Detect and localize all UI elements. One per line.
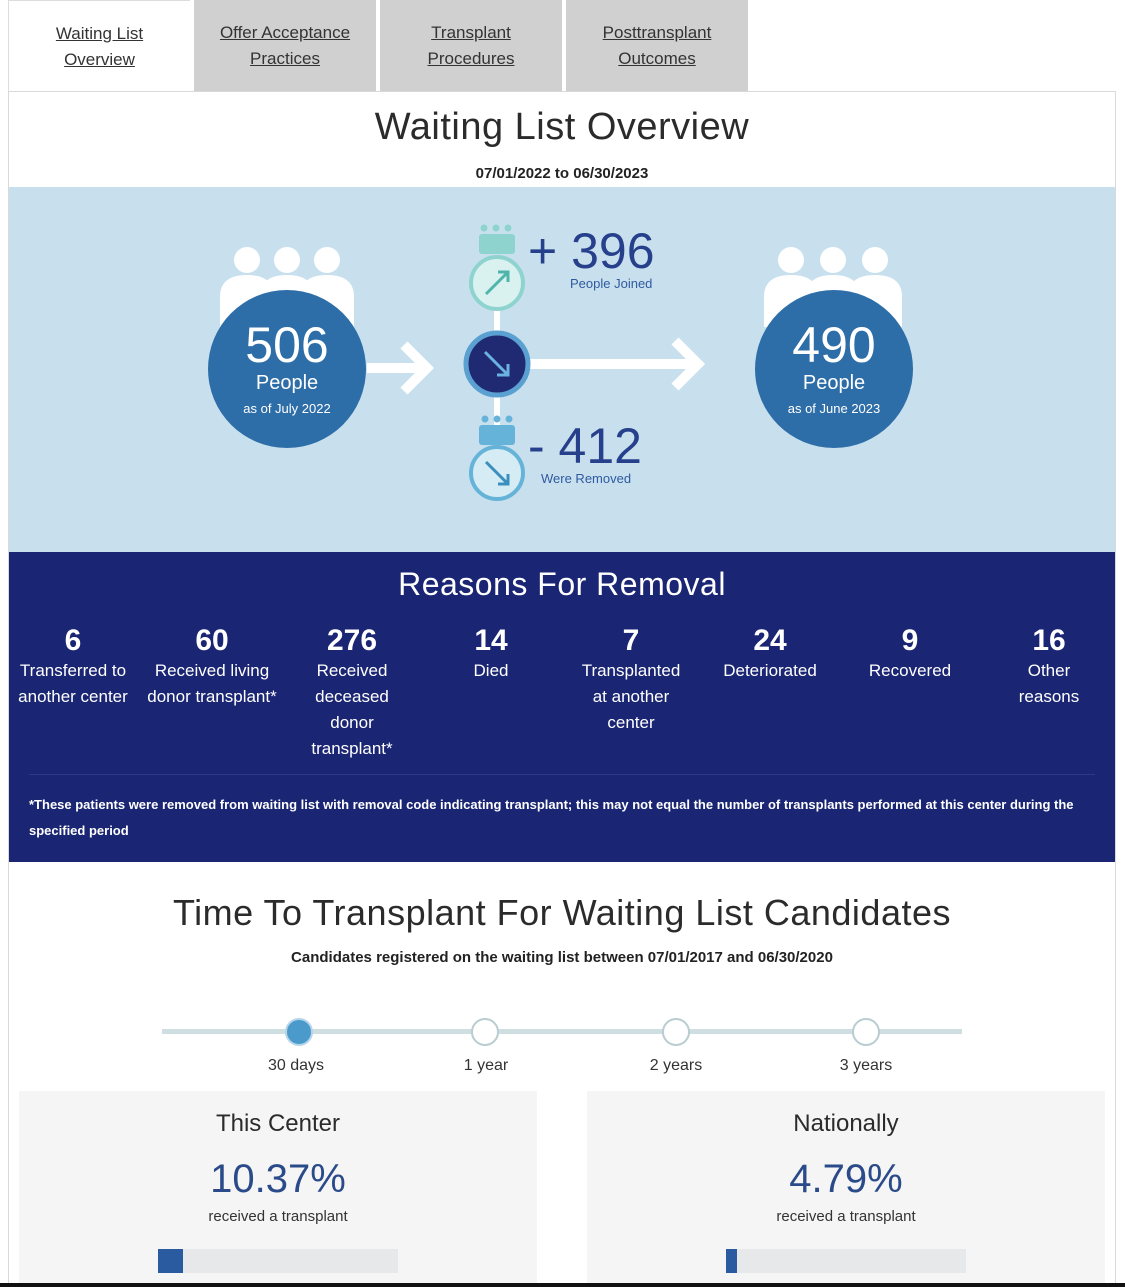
progress-bar <box>726 1249 966 1273</box>
people-removed: - 412 Were Removed <box>528 421 642 486</box>
page: Waiting List Overview Offer Acceptance P… <box>0 0 1125 1287</box>
reason-item: 16 Other reasons <box>979 624 1119 710</box>
this-center-card: This Center 10.37% received a transplant <box>19 1091 537 1287</box>
waiting-list-title: Waiting List Overview <box>374 106 750 148</box>
reason-label: Died <box>473 661 509 680</box>
reason-label: Received deceased donor transplant* <box>311 661 393 758</box>
net-change-icon <box>463 330 531 398</box>
tab-label[interactable]: Transplant Procedures <box>396 20 546 72</box>
time-to-transplant-subtitle: Candidates registered on the waiting lis… <box>291 949 833 966</box>
progress-fill <box>158 1249 183 1273</box>
tab-label[interactable]: Posttransplant Outcomes <box>582 20 732 72</box>
time-stop-label[interactable]: 2 years <box>626 1057 726 1075</box>
reason-count: 6 <box>64 624 82 657</box>
bottom-border <box>0 1283 1125 1287</box>
end-as-of: as of June 2023 <box>787 401 881 416</box>
reason-label: Other reasons <box>1018 661 1080 706</box>
reason-count: 16 <box>1032 624 1066 657</box>
reason-count: 9 <box>901 624 919 657</box>
divider <box>29 774 1095 775</box>
time-stop-2-years[interactable] <box>662 1018 690 1046</box>
time-stop-label[interactable]: 1 year <box>436 1057 536 1075</box>
reasons-for-removal: Reasons For Removal 6 Transferred to ano… <box>9 552 1115 862</box>
reason-count: 276 <box>326 624 378 657</box>
reason-count: 14 <box>474 624 508 657</box>
time-to-transplant-title: Time To Transplant For Waiting List Cand… <box>173 892 951 933</box>
tab-bar: Waiting List Overview Offer Acceptance P… <box>8 0 752 92</box>
tab-label[interactable]: Offer Acceptance Practices <box>210 20 360 72</box>
reason-item: 276 Received deceased donor transplant* <box>282 624 422 762</box>
card-title: This Center <box>215 1110 341 1137</box>
time-stop-label[interactable]: 3 years <box>816 1057 916 1075</box>
tab-waiting-list-overview[interactable]: Waiting List Overview <box>8 0 190 92</box>
reason-label: Transferred to another center <box>18 661 128 706</box>
reasons-title: Reasons For Removal <box>398 566 726 602</box>
tab-offer-acceptance-practices[interactable]: Offer Acceptance Practices <box>194 0 376 92</box>
end-unit: People <box>802 372 866 394</box>
waiting-list-dates: 07/01/2022 to 06/30/2023 <box>475 165 649 182</box>
time-slider-track[interactable] <box>162 1029 962 1034</box>
tab-posttransplant-outcomes[interactable]: Posttransplant Outcomes <box>566 0 748 92</box>
national-card: Nationally 4.79% received a transplant <box>587 1091 1105 1287</box>
time-stop-3-years[interactable] <box>852 1018 880 1046</box>
people-joined-icon <box>469 224 525 311</box>
reason-label: Recovered <box>868 661 952 680</box>
reason-item: 24 Deteriorated <box>700 624 840 684</box>
people-removed-icon <box>469 415 525 501</box>
reason-label: Deteriorated <box>723 661 817 680</box>
arrow-right-icon <box>367 341 435 395</box>
card-label: received a transplant <box>776 1208 916 1225</box>
reason-item: 60 Received living donor transplant* <box>142 624 282 710</box>
card-percent: 10.37% <box>210 1157 346 1201</box>
tab-label[interactable]: Waiting List Overview <box>25 21 175 73</box>
progress-fill <box>726 1249 738 1273</box>
reason-item: 9 Recovered <box>840 624 980 684</box>
reason-count: 60 <box>195 624 229 657</box>
card-percent: 4.79% <box>789 1157 903 1201</box>
reason-count: 7 <box>622 624 640 657</box>
card-title: Nationally <box>793 1110 899 1137</box>
people-joined-count: + 396 <box>528 223 655 279</box>
reason-label: Transplanted at another center <box>581 661 681 732</box>
waiting-list-flow: 506 People as of July 2022 490 People as… <box>9 187 1115 552</box>
start-as-of: as of July 2022 <box>243 401 331 416</box>
reason-count: 24 <box>753 624 787 657</box>
reasons-footnote: *These patients were removed from waitin… <box>29 797 1074 838</box>
people-removed-label: Were Removed <box>541 471 632 486</box>
start-count: 506 <box>245 317 329 373</box>
start-count-circle: 506 People as of July 2022 <box>208 290 366 448</box>
time-stop-1-year[interactable] <box>471 1018 499 1046</box>
reason-item: 14 Died <box>421 624 561 684</box>
people-joined-label: People Joined <box>570 276 653 291</box>
progress-bar <box>158 1249 398 1273</box>
end-count-circle: 490 People as of June 2023 <box>755 290 913 448</box>
time-stop-label[interactable]: 30 days <box>246 1057 346 1075</box>
time-stop-30-days[interactable] <box>285 1018 313 1046</box>
start-unit: People <box>255 372 319 394</box>
end-count: 490 <box>792 317 876 373</box>
reason-item: 6 Transferred to another center <box>3 624 143 710</box>
reason-item: 7 Transplanted at another center <box>561 624 701 736</box>
card-label: received a transplant <box>208 1208 348 1225</box>
people-joined: + 396 People Joined <box>528 226 655 291</box>
tab-transplant-procedures[interactable]: Transplant Procedures <box>380 0 562 92</box>
people-removed-count: - 412 <box>528 418 642 474</box>
reason-label: Received living donor transplant* <box>147 661 277 706</box>
arrow-right-icon <box>529 337 706 391</box>
